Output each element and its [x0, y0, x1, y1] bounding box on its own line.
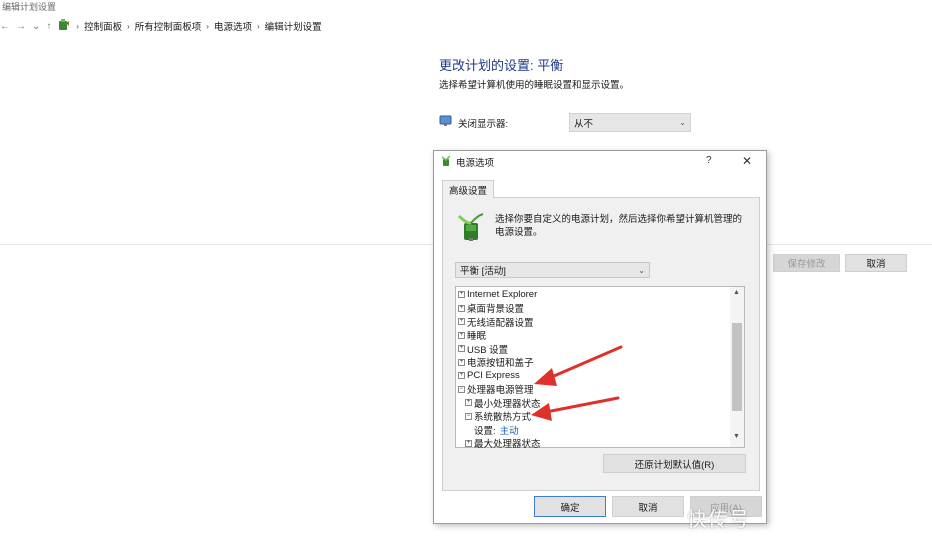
annotation-arrows: [531, 345, 623, 421]
arrow-system-cooling-policy: [531, 396, 620, 421]
arrow-processor-power-management: [534, 345, 623, 386]
watermark: 快传号: [687, 507, 750, 531]
